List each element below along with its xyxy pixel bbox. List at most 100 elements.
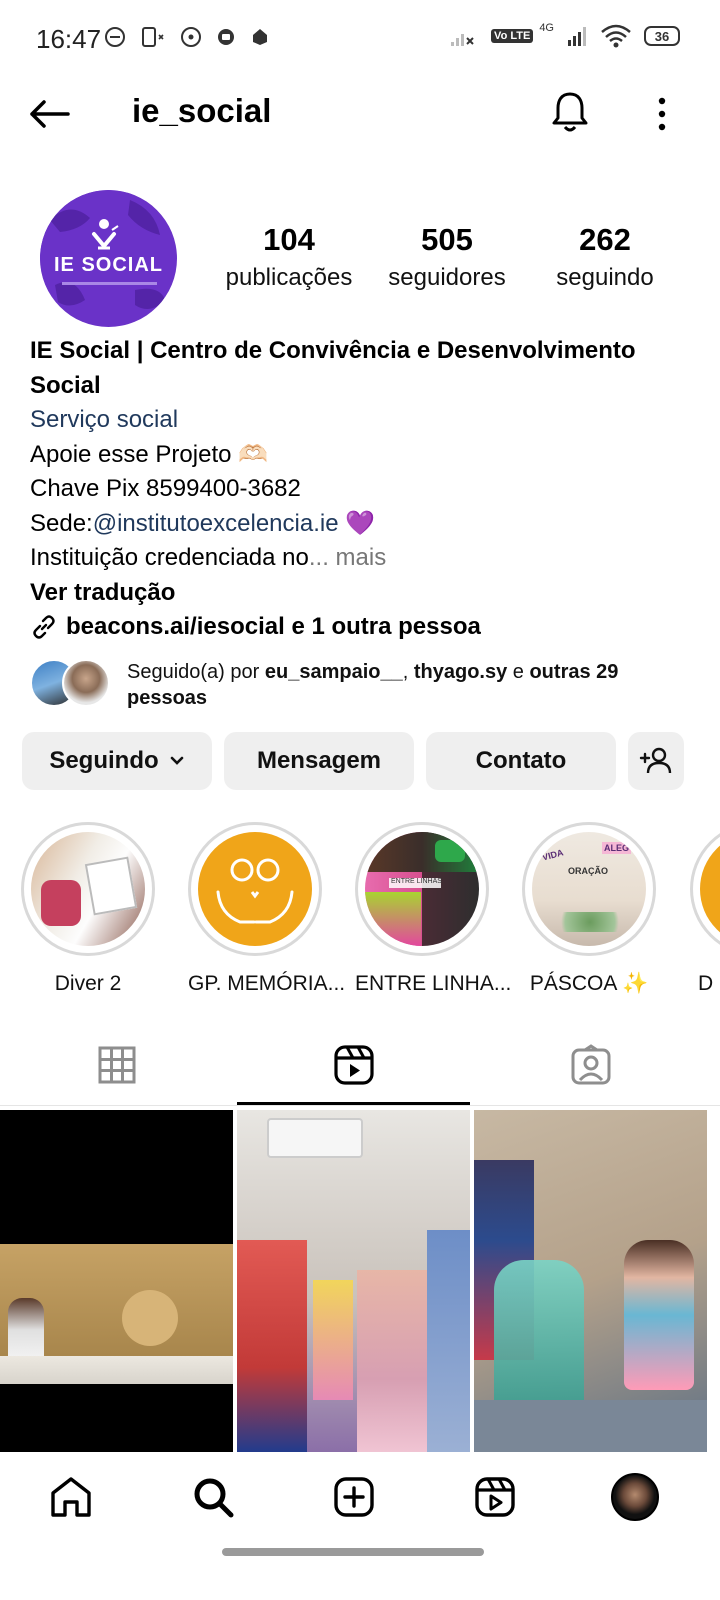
status-notification-icons [104,26,270,48]
nav-search[interactable] [188,1472,238,1522]
see-translation-link[interactable]: Ver tradução [30,576,690,611]
more-vertical-icon [658,97,666,131]
highlight-cover-image: VIDA ALEG ORAÇÃO [532,832,646,946]
stat-following[interactable]: 262 seguindo [548,222,662,292]
highlight-ring: VIDA ALEG ORAÇÃO [522,822,656,956]
reels-grid [0,1110,720,1452]
mutual-mid: e [507,661,530,683]
message-label: Mensagem [256,747,382,774]
profile-username: ie_social [132,92,272,129]
mutual-avatar-2 [62,659,110,707]
highlight-label: ENTRE LINHA... [355,972,512,995]
wifi-icon [601,24,631,48]
bio-external-link[interactable]: beacons.ai/iesocial e 1 outra pessoa [30,610,690,645]
link-icon [33,615,55,639]
bio-line-support: Apoie esse Projeto 🫶🏻 [30,440,269,468]
active-tab-indicator [237,1102,470,1105]
home-indicator[interactable] [222,1548,484,1556]
following-label: Seguindo [49,747,159,774]
bio-more-link[interactable]: ... mais [309,544,386,571]
stat-followers-label: seguidores [388,264,506,291]
grid-icon [98,1046,135,1084]
highlight-ring [21,822,155,956]
nav-reels[interactable] [470,1472,520,1522]
arrow-left-icon [30,100,70,128]
stat-posts[interactable]: 104 publicações [218,222,360,292]
highlight-label: GP. MEMÓRIA... [188,972,346,995]
bio-line-truncated: Instituição credenciada no... mais [30,541,690,576]
highlight-entre-linhas[interactable]: ENTRE LINHAS ENTRE LINHA... [355,822,512,996]
status-system-icons: Vo LTE 4G 36 [449,22,680,48]
highlight-label: PÁSCOA ✨ [529,972,649,995]
reel-thumbnail[interactable] [474,1110,707,1452]
tab-posts-grid[interactable] [0,1026,233,1104]
profile-header: ie_social [0,80,720,146]
highlight-overlay-vida: VIDA [541,847,565,863]
highlight-diver[interactable]: Diver 2 [21,822,155,996]
back-button[interactable] [28,92,72,136]
highlight-pascoa[interactable]: VIDA ALEG ORAÇÃO PÁSCOA ✨ [522,822,656,996]
bio-sede-prefix: Sede: [30,509,93,537]
mutual-prefix: Seguido(a) por [127,661,265,683]
mutual-avatars [30,659,110,707]
profile-category[interactable]: Serviço social [30,403,690,438]
bio-mention-link[interactable]: @institutoexcelencia.ie [93,510,339,537]
message-button[interactable]: Mensagem [224,732,414,790]
highlight-ring [188,822,322,956]
mutual-followers[interactable]: Seguido(a) por eu_sampaio__, thyago.sy e… [30,657,680,713]
highlight-cover-image [700,832,720,946]
profile-tabs [0,1026,720,1106]
bio-line-sede: Sede:@institutoexcelencia.ie 💜 [30,507,690,542]
more-options-button[interactable] [640,90,684,138]
profile-display-name: IE Social | Centro de Convivência e Dese… [30,337,636,399]
mutual-sep: , [402,661,414,683]
search-icon [194,1478,234,1518]
minus-circle-icon [105,27,125,47]
contact-button[interactable]: Contato [426,732,616,790]
purple-heart-emoji: 💜 [338,509,376,537]
nav-home[interactable] [46,1472,96,1522]
signal-icon [568,27,586,46]
highlight-overlay-oracao: ORAÇÃO [568,866,608,876]
nav-create[interactable] [329,1472,379,1522]
bottom-navigation [0,1452,720,1542]
nav-profile-avatar [611,1473,659,1521]
stat-followers[interactable]: 505 seguidores [380,222,514,292]
profile-avatar[interactable]: IE SOCIAL [40,190,177,327]
tab-tagged[interactable] [474,1026,707,1104]
highlight-partial[interactable]: D [690,822,720,996]
contact-label: Contato [475,747,567,774]
highlight-ring: ENTRE LINHAS [355,822,489,956]
highlight-memoria[interactable]: GP. MEMÓRIA... [188,822,346,996]
plus-square-icon [334,1477,374,1517]
stat-following-value: 262 [579,222,631,257]
notifications-button[interactable] [548,88,592,136]
highlight-cover-image [198,832,312,946]
highlight-cover-image: ENTRE LINHAS [365,832,479,946]
following-button[interactable]: Seguindo [22,732,212,790]
stat-posts-value: 104 [263,222,315,257]
mutual-user-1: eu_sampaio__ [264,661,403,683]
mutual-followers-text: Seguido(a) por eu_sampaio__, thyago.sy e… [127,659,687,711]
suggest-people-button[interactable] [628,732,684,790]
nav-profile[interactable] [610,1472,660,1522]
bell-icon [552,92,588,132]
reel-thumbnail[interactable] [0,1110,233,1452]
stat-following-label: seguindo [556,264,654,291]
hands-heart-icon [216,858,294,924]
tab-reels[interactable] [237,1026,470,1104]
vibrate-off-icon [142,27,164,47]
add-person-icon [639,747,672,774]
mutual-user-2: thyago.sy [413,661,508,683]
signal-no-service-icon [451,34,474,46]
stat-followers-value: 505 [421,222,473,257]
highlight-label: D [698,972,714,995]
app-notification-icon [218,29,234,45]
bio-line-pix: Chave Pix 8599400-3682 [30,475,301,502]
highlight-overlay-alegria: ALEG [602,842,632,854]
status-time: 16:47 [36,24,102,54]
reels-icon [475,1477,515,1517]
sync-circle-icon [181,27,201,47]
volte-badge: Vo LTE [491,28,534,44]
reel-thumbnail[interactable] [237,1110,470,1452]
